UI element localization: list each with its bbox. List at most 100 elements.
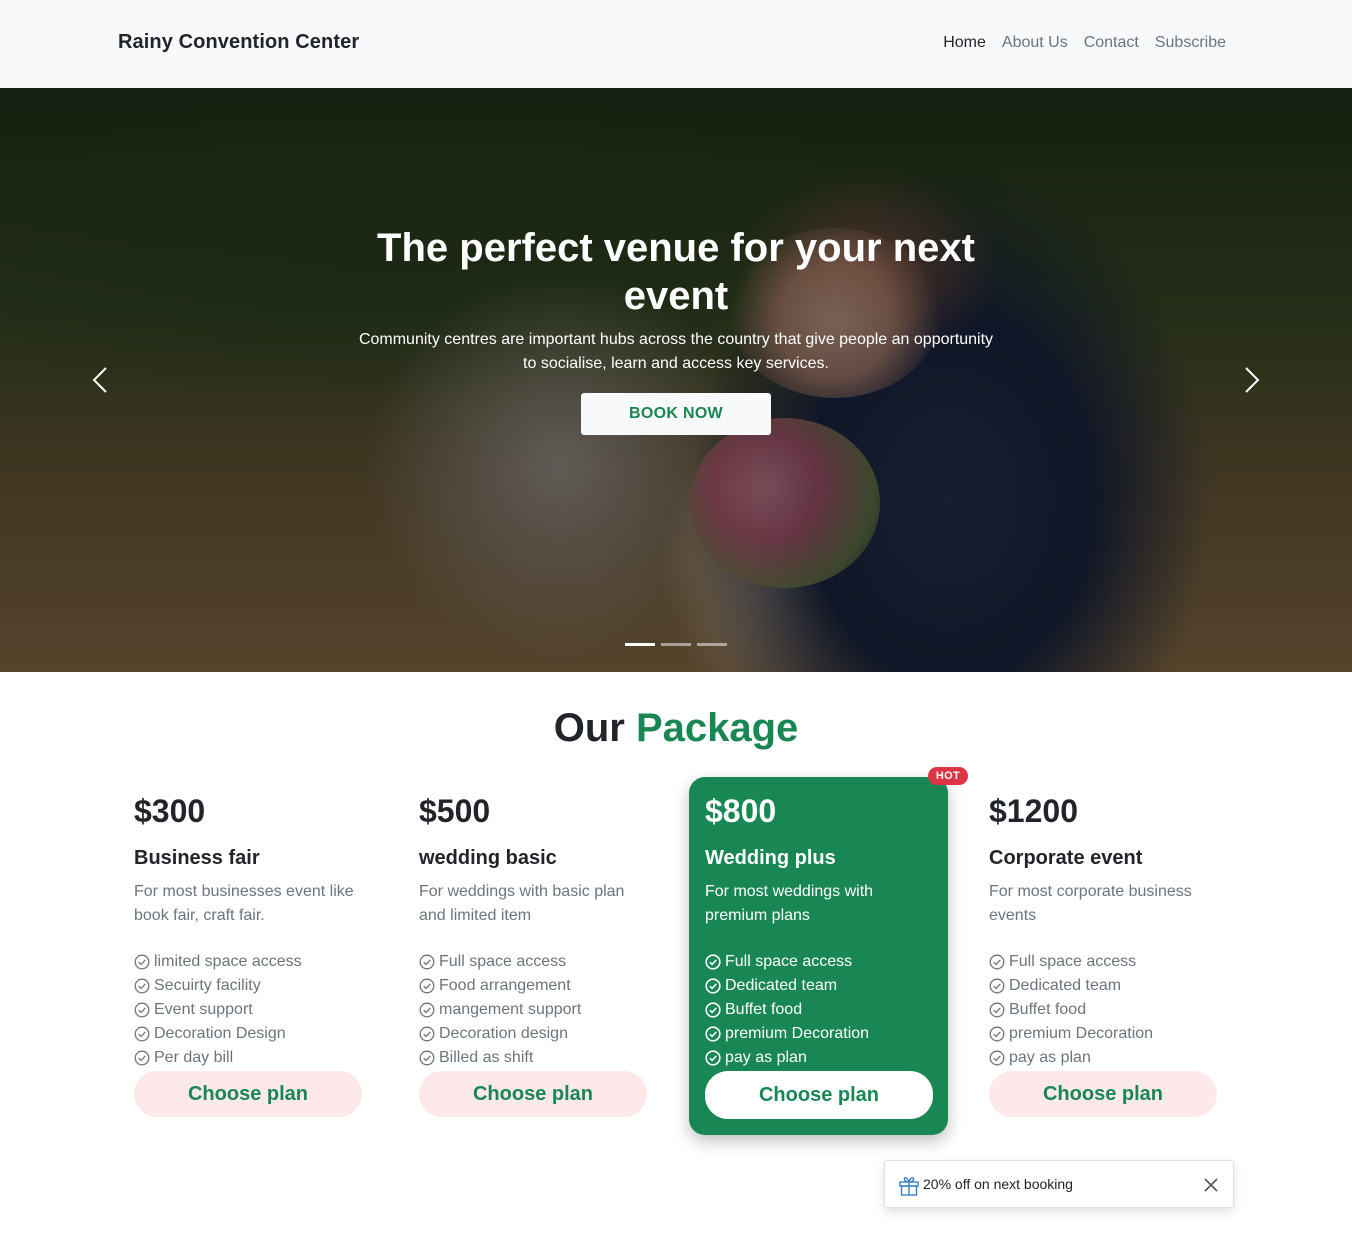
plan-feature-label: Per day bill (154, 1049, 234, 1066)
check-circle-icon (989, 978, 1005, 994)
plan-feature: Food arrangement (419, 974, 646, 998)
plan-description: For weddings with basic plan and limited… (419, 883, 625, 924)
check-circle-icon (134, 1026, 150, 1042)
plan-price: $1200 (989, 793, 1078, 829)
plan-feature-label: Buffet food (725, 1001, 803, 1018)
check-circle-icon (705, 954, 721, 970)
carousel-next-button[interactable] (1236, 365, 1266, 395)
nav-link-about-us[interactable]: About Us (1002, 34, 1068, 52)
plan-feature-label: Food arrangement (439, 977, 571, 994)
choose-plan-button[interactable]: Choose plan (705, 1071, 933, 1119)
packages-title-accent: Package (635, 706, 799, 750)
plan-feature: Billed as shift (419, 1046, 646, 1070)
plan-card-corporate-event: $1200 Corporate event For most corporate… (973, 777, 1232, 1135)
carousel-indicator-2[interactable] (661, 643, 691, 646)
plan-feature-label: Billed as shift (439, 1049, 534, 1066)
brand-logo[interactable]: Rainy Convention Center (118, 31, 359, 54)
plan-description: For most corporate business events (989, 883, 1192, 924)
plan-description: For most businesses event like book fair… (134, 883, 354, 924)
check-circle-icon (705, 1026, 721, 1042)
carousel-indicator-3[interactable] (697, 643, 727, 646)
plan-feature: Dedicated team (989, 974, 1216, 998)
chevron-right-icon (1245, 367, 1260, 393)
plan-features: Full space access Dedicated team Buffet … (705, 950, 932, 1070)
plan-feature: Full space access (989, 950, 1216, 974)
plan-price: $300 (134, 793, 206, 829)
book-now-button[interactable]: BOOK NOW (581, 393, 771, 435)
carousel-prev-button[interactable] (86, 365, 116, 395)
plan-name: Corporate event (989, 847, 1143, 869)
plan-feature-label: Secuirty facility (154, 977, 261, 994)
chevron-left-icon (92, 367, 107, 393)
plan-features: Full space access Food arrangement mange… (419, 950, 646, 1070)
hero-carousel: The perfect venue for your next event Co… (0, 88, 1352, 672)
packages-title-prefix: Our (553, 706, 625, 750)
plan-feature-label: mangement support (439, 1001, 582, 1018)
plan-feature-label: Dedicated team (1009, 977, 1122, 994)
plan-feature-label: premium Decoration (725, 1025, 870, 1042)
plan-feature: mangement support (419, 998, 646, 1022)
check-circle-icon (134, 954, 150, 970)
gift-icon (899, 1176, 919, 1196)
nav-link-subscribe[interactable]: Subscribe (1155, 34, 1226, 52)
plan-feature-label: Full space access (439, 953, 567, 970)
plan-name: Wedding plus (705, 847, 836, 869)
choose-plan-button[interactable]: Choose plan (989, 1071, 1217, 1117)
plan-feature-label: limited space access (154, 953, 302, 970)
plan-feature-label: pay as plan (725, 1049, 807, 1066)
nav-link-contact[interactable]: Contact (1084, 34, 1139, 52)
check-circle-icon (134, 1002, 150, 1018)
plan-feature-label: Decoration design (439, 1025, 568, 1042)
plan-price: $800 (705, 793, 777, 829)
plan-feature-label: Event support (154, 1001, 253, 1018)
nav-links: Home About Us Contact Subscribe (943, 34, 1226, 52)
check-circle-icon (705, 1002, 721, 1018)
plan-price: $500 (419, 793, 491, 829)
plan-feature: premium Decoration (989, 1022, 1216, 1046)
plan-feature-label: Full space access (725, 953, 853, 970)
plan-feature: Secuirty facility (134, 974, 361, 998)
plan-description: For most weddings with premium plans (705, 883, 874, 924)
plan-feature: limited space access (134, 950, 361, 974)
nav-link-home[interactable]: Home (943, 34, 986, 52)
plan-feature-label: Dedicated team (725, 977, 838, 994)
plan-name: wedding basic (419, 847, 557, 869)
check-circle-icon (419, 1026, 435, 1042)
hero-description: Community centres are important hubs acr… (358, 331, 994, 372)
hero-overlay (0, 88, 1352, 672)
check-circle-icon (989, 1026, 1005, 1042)
check-circle-icon (989, 1002, 1005, 1018)
plan-feature: Dedicated team (705, 974, 932, 998)
plan-feature-label: Decoration Design (154, 1025, 286, 1042)
discount-toast: 20% off on next booking (884, 1160, 1234, 1208)
plan-feature: Buffet food (705, 998, 932, 1022)
close-icon[interactable] (1201, 1175, 1221, 1195)
plan-feature: Per day bill (134, 1046, 361, 1070)
check-circle-icon (419, 1002, 435, 1018)
plan-feature-label: Full space access (1009, 953, 1137, 970)
packages-title: Our Package (0, 704, 1352, 752)
plan-feature: Decoration design (419, 1022, 646, 1046)
plan-card-wedding-basic: $500 wedding basic For weddings with bas… (403, 777, 662, 1135)
check-circle-icon (134, 1050, 150, 1066)
hot-badge: HOT (927, 767, 968, 785)
plan-feature-label: Buffet food (1009, 1001, 1087, 1018)
hero-title: The perfect venue for your next event (377, 226, 975, 318)
plan-feature: Decoration Design (134, 1022, 361, 1046)
plan-feature-label: premium Decoration (1009, 1025, 1154, 1042)
check-circle-icon (419, 978, 435, 994)
choose-plan-button[interactable]: Choose plan (134, 1071, 362, 1117)
check-circle-icon (705, 978, 721, 994)
plan-feature: pay as plan (705, 1046, 932, 1070)
choose-plan-button[interactable]: Choose plan (419, 1071, 647, 1117)
check-circle-icon (419, 954, 435, 970)
check-circle-icon (419, 1050, 435, 1066)
plan-feature: premium Decoration (705, 1022, 932, 1046)
plan-card-wedding-plus: HOT $800 Wedding plus For most weddings … (689, 767, 968, 1135)
check-circle-icon (705, 1050, 721, 1066)
carousel-indicator-1[interactable] (625, 643, 655, 646)
plan-feature-label: pay as plan (1009, 1049, 1091, 1066)
toast-message: 20% off on next booking (923, 1176, 1073, 1192)
plan-feature: Full space access (705, 950, 932, 974)
plan-features: limited space access Secuirty facility E… (134, 950, 361, 1070)
